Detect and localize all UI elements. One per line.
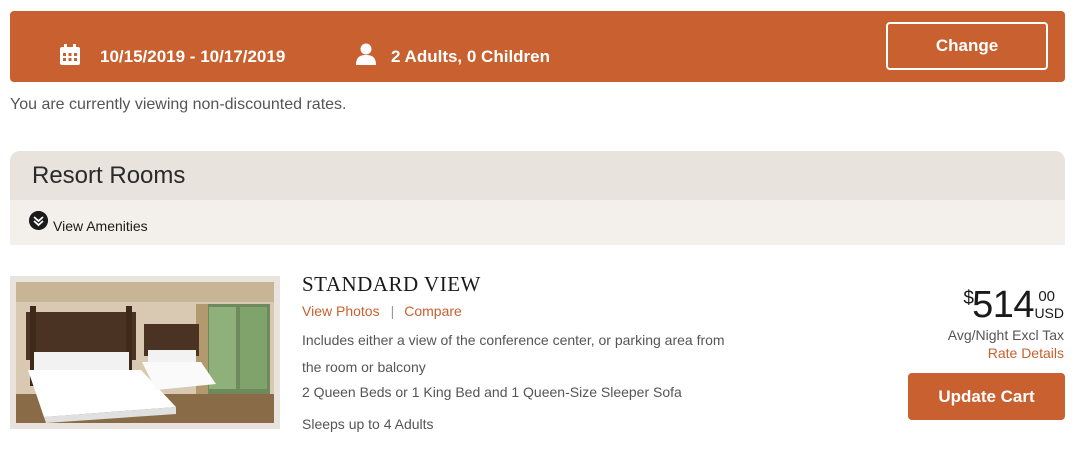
link-separator: | [390,303,395,319]
section-header: Resort Rooms [10,151,1065,200]
person-icon [356,43,376,65]
view-photos-link[interactable]: View Photos [302,303,380,319]
rate-details-link[interactable]: Rate Details [988,345,1064,361]
view-amenities-label: View Amenities [53,218,148,234]
price-amount: 514 [972,284,1034,326]
compare-link[interactable]: Compare [404,303,462,319]
chevron-down-circle-icon [29,211,48,230]
update-cart-button[interactable]: Update Cart [908,373,1065,420]
room-beds: 2 Queen Beds or 1 King Bed and 1 Queen-S… [302,384,682,400]
price-cents: 00 [1038,288,1055,305]
stay-dates: 10/15/2019 - 10/17/2019 [100,47,286,66]
room-price: $ 514 00 USD [924,284,1064,328]
change-button[interactable]: Change [886,22,1048,70]
room-name: STANDARD VIEW [302,272,481,296]
room-links: View Photos | Compare [302,303,462,319]
price-currency: USD [1034,305,1064,321]
room-description: Includes either a view of the conference… [302,332,725,375]
section-title: Resort Rooms [32,162,186,189]
resort-rooms-section: Resort Rooms View Amenities [10,151,1065,245]
room-photo[interactable] [10,276,280,429]
room-image [16,282,274,423]
search-summary-bar: 10/15/2019 - 10/17/2019 2 Adults, 0 Chil… [10,11,1065,82]
room-occupancy: Sleeps up to 4 Adults [302,416,434,432]
rate-notice: You are currently viewing non-discounted… [10,96,347,113]
view-amenities-toggle[interactable]: View Amenities [10,200,1065,245]
calendar-icon [60,44,80,65]
price-note: Avg/Night Excl Tax [947,327,1064,343]
guest-count: 2 Adults, 0 Children [391,47,551,66]
